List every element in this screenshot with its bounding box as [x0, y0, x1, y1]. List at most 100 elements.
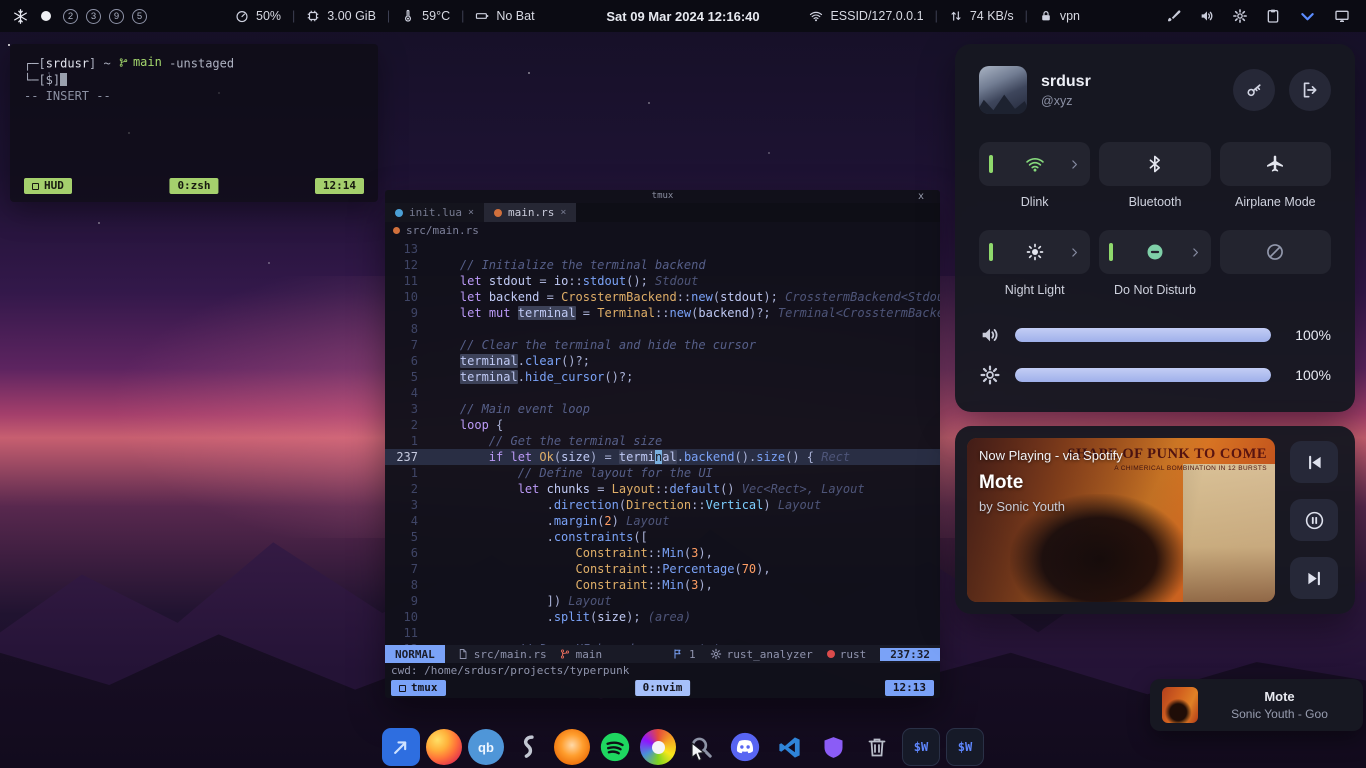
dock-app-vpn-shield[interactable]	[814, 728, 852, 766]
code-line[interactable]: 8 Constraint::Min(3),	[385, 577, 940, 593]
code-line[interactable]: 3 // Main event loop	[385, 401, 940, 417]
tab-init-lua[interactable]: init.lua×	[385, 203, 484, 222]
code-line[interactable]: 8	[385, 321, 940, 337]
dock-app-qbittorrent[interactable]: qb	[468, 729, 504, 765]
line-number: 6	[385, 545, 431, 561]
line-number: 13	[385, 241, 431, 257]
workspace-tag[interactable]: 2	[63, 9, 78, 24]
night-light-toggle-button[interactable]	[979, 230, 1090, 274]
code-line[interactable]: 4 .margin(2) Layout	[385, 513, 940, 529]
tmux-hud-chip[interactable]: HUD	[24, 178, 72, 194]
code-line[interactable]: 3 .direction(Direction::Vertical) Layout	[385, 497, 940, 513]
dock-app-send[interactable]	[382, 728, 420, 766]
tab-main-rs[interactable]: main.rs×	[484, 203, 576, 222]
workspace-tag[interactable]: 9	[109, 9, 124, 24]
brush-icon[interactable]	[1166, 8, 1182, 24]
code-line[interactable]: 1 // Get the terminal size	[385, 433, 940, 449]
chevron-down-icon[interactable]	[1298, 7, 1317, 26]
volume-slider-row: 100%	[979, 324, 1331, 346]
code-line[interactable]: 4	[385, 385, 940, 401]
wifi-stat[interactable]: ESSID/127.0.0.1	[809, 9, 923, 23]
clipboard-icon[interactable]	[1265, 8, 1281, 24]
pause-button[interactable]	[1290, 499, 1338, 541]
dock-app-vscode[interactable]	[770, 728, 808, 766]
code-line[interactable]: 237 if let Ok(size) = terminal.backend()…	[385, 449, 940, 465]
code-line[interactable]: 5 terminal.hide_cursor()?;	[385, 369, 940, 385]
launcher-icon[interactable]	[12, 8, 29, 25]
dock-app-search[interactable]	[682, 728, 720, 766]
brightness-slider[interactable]	[1015, 368, 1271, 382]
dock-app-trash[interactable]	[858, 728, 896, 766]
code-line[interactable]: 2 let chunks = Layout::default() Vec<Rec…	[385, 481, 940, 497]
quick-toggle-blank	[1220, 230, 1331, 298]
code-area[interactable]: 1312 // Initialize the terminal backend1…	[385, 239, 940, 645]
blank-toggle-button[interactable]	[1220, 230, 1331, 274]
dock-app-hook[interactable]	[510, 728, 548, 766]
tmux-zsh-window-chip[interactable]: 0:zsh	[169, 178, 218, 194]
dock-app-wezterm[interactable]: $W	[946, 728, 984, 766]
vpn-stat[interactable]: vpn	[1039, 9, 1080, 23]
tmux-session-chip[interactable]: tmux	[391, 680, 446, 696]
volume-slider[interactable]	[1015, 328, 1271, 342]
line-number: 5	[385, 529, 431, 545]
workspace-tag[interactable]: 3	[86, 9, 101, 24]
tmux-nvim-window-chip[interactable]: 0:nvim	[635, 680, 691, 696]
battery-icon	[475, 9, 489, 23]
dock-app-spotify[interactable]	[596, 728, 634, 766]
terminal-mode-indicator: -- INSERT --	[24, 88, 364, 104]
tab-close-icon[interactable]: ×	[560, 207, 566, 218]
dock-app-firefox[interactable]	[426, 729, 462, 765]
code-line[interactable]: 10 let backend = CrosstermBackend::new(s…	[385, 289, 940, 305]
airplane-mode-toggle-button[interactable]	[1220, 142, 1331, 186]
previous-track-button[interactable]	[1290, 441, 1338, 483]
media-notification[interactable]: Mote Sonic Youth - Goo	[1150, 679, 1363, 731]
speaker-icon[interactable]	[1199, 8, 1215, 24]
code-line[interactable]: 2 loop {	[385, 417, 940, 433]
skip-forward-icon	[1304, 568, 1325, 589]
code-line[interactable]: 7 Constraint::Percentage(70),	[385, 561, 940, 577]
dock-app-discord[interactable]	[726, 728, 764, 766]
code-line[interactable]: 1 // Define layout for the UI	[385, 465, 940, 481]
editor-window[interactable]: tmuxx init.lua× main.rs× src/main.rs 131…	[385, 190, 940, 698]
code-line[interactable]: 11	[385, 625, 940, 641]
code-line[interactable]: 9 ]) Layout	[385, 593, 940, 609]
code-line[interactable]: 12 // Initialize the terminal backend	[385, 257, 940, 273]
skip-back-icon	[1304, 452, 1325, 473]
do-not-disturb-toggle-button[interactable]	[1099, 230, 1210, 274]
workspace-tag[interactable]: 5	[132, 9, 147, 24]
chevron-right-icon	[1189, 246, 1202, 259]
terminal-user: srdusr	[46, 57, 89, 71]
active-indicator	[989, 155, 993, 173]
thermometer-icon	[401, 9, 415, 23]
code-line[interactable]: 10 .split(size); (area)	[385, 609, 940, 625]
quick-toggle-bluetooth: Bluetooth	[1099, 142, 1210, 210]
battery-value: No Bat	[496, 9, 534, 23]
code-line[interactable]: 11 let stdout = io::stdout(); Stdout	[385, 273, 940, 289]
dock-app-wezterm[interactable]: $W	[902, 728, 940, 766]
toggle-label	[1220, 283, 1331, 298]
window-close-button[interactable]: x	[918, 190, 924, 203]
code-line[interactable]: 6 terminal.clear()?;	[385, 353, 940, 369]
line-number: 9	[385, 305, 431, 321]
password-keyring-button[interactable]	[1233, 69, 1275, 111]
clock[interactable]: Sat 09 Mar 2024 12:16:40	[606, 9, 759, 24]
monitor-icon[interactable]	[1334, 8, 1350, 24]
code-line[interactable]: 13	[385, 241, 940, 257]
dock-app-photos[interactable]	[640, 729, 676, 765]
dock-app-downloader[interactable]	[554, 729, 590, 765]
logout-button[interactable]	[1289, 69, 1331, 111]
terminal-window[interactable]: ┌─[srdusr] ~ main -unstaged └─[$] -- INS…	[10, 44, 378, 202]
line-number: 7	[385, 337, 431, 353]
window-title: tmux	[652, 191, 674, 201]
gear-icon[interactable]	[1232, 8, 1248, 24]
dlink-toggle-button[interactable]	[979, 142, 1090, 186]
next-track-button[interactable]	[1290, 557, 1338, 599]
tab-close-icon[interactable]: ×	[468, 207, 474, 218]
code-line[interactable]: 6 Constraint::Min(3),	[385, 545, 940, 561]
code-line[interactable]: 9 let mut terminal = Terminal::new(backe…	[385, 305, 940, 321]
bluetooth-toggle-button[interactable]	[1099, 142, 1210, 186]
code-line[interactable]: 5 .constraints([	[385, 529, 940, 545]
workspace-active-dot[interactable]	[41, 11, 51, 21]
code-line[interactable]: 7 // Clear the terminal and hide the cur…	[385, 337, 940, 353]
rust-file-icon	[393, 227, 400, 234]
